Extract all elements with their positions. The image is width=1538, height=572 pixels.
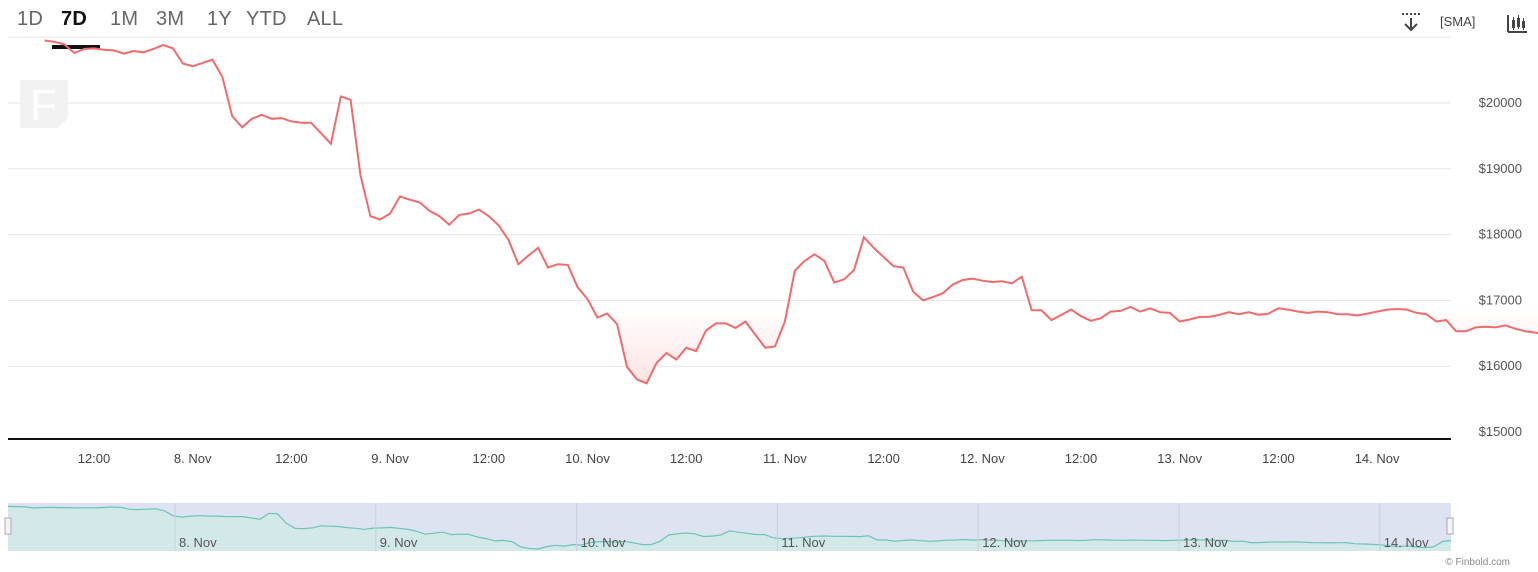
x-tick-label: 9. Nov (371, 451, 409, 466)
price-chart[interactable]: F $15000 $16000 $17000 $18000 $19000 $20000 1… (0, 0, 1538, 572)
navigator-label: 14. Nov (1384, 535, 1429, 550)
tab-1m[interactable]: 1M (110, 8, 138, 31)
price-area-fill (44, 306, 1538, 384)
y-tick-label: $15000 (1479, 424, 1522, 439)
x-tick-label: 10. Nov (565, 451, 610, 466)
navigator-label: 13. Nov (1183, 535, 1228, 550)
navigator-label: 11. Nov (781, 535, 825, 550)
x-tick-label: 11. Nov (763, 451, 807, 466)
candlestick-icon[interactable] (1506, 12, 1528, 39)
finbold-watermark-logo: F (20, 80, 68, 130)
y-tick-label: $20000 (1479, 95, 1522, 110)
download-icon[interactable] (1400, 12, 1422, 39)
x-tick-label: 14. Nov (1355, 451, 1400, 466)
navigator-selected-range (8, 503, 1451, 551)
navigator-series-fill (8, 506, 1451, 551)
navigator-label: 8. Nov (179, 535, 217, 550)
x-axis-labels: 12:00 8. Nov 12:00 9. Nov 12:00 10. Nov 12:00 1… (78, 451, 1400, 466)
navigator-label: 10. Nov (581, 535, 626, 550)
x-tick-label: 12. Nov (960, 451, 1005, 466)
y-tick-label: $17000 (1479, 292, 1522, 307)
y-tick-label: $18000 (1479, 227, 1522, 242)
chart-toolbar: [SMA] (1378, 8, 1538, 38)
navigator-grid (174, 503, 1381, 551)
x-tick-label: 12:00 (473, 451, 506, 466)
price-line (44, 39, 1538, 385)
range-navigator[interactable]: 8. Nov 9. Nov 10. Nov 11. Nov 12. Nov 13. Nov… (4, 503, 1454, 551)
navigator-handle-right[interactable] (1446, 517, 1454, 535)
x-tick-label: 12:00 (1262, 451, 1295, 466)
watermark-letter: F (30, 81, 57, 130)
tab-all[interactable]: ALL (307, 8, 343, 31)
x-tick-label: 12:00 (275, 451, 308, 466)
tab-1y[interactable]: 1Y (207, 8, 232, 31)
x-tick-label: 12:00 (1065, 451, 1098, 466)
sma-label: SMA (1443, 14, 1472, 29)
tab-3m[interactable]: 3M (156, 8, 184, 31)
tab-7d[interactable]: 7D (61, 8, 87, 31)
grid-lines (8, 36, 1451, 367)
sma-button[interactable]: [SMA] (1440, 14, 1475, 29)
finbold-credit: © Finbold.com (1445, 557, 1510, 568)
y-tick-label: $16000 (1479, 358, 1522, 373)
navigator-handle-left[interactable] (4, 517, 12, 535)
x-tick-label: 12:00 (78, 451, 111, 466)
x-tick-label: 8. Nov (174, 451, 212, 466)
x-tick-label: 12:00 (867, 451, 900, 466)
y-tick-label: $19000 (1479, 161, 1522, 176)
x-tick-label: 12:00 (670, 451, 703, 466)
navigator-series-line (7, 505, 1452, 550)
tab-ytd[interactable]: YTD (246, 8, 287, 31)
sma-bracket-right: ] (1471, 14, 1476, 29)
active-tab-indicator (52, 45, 100, 49)
navigator-labels: 8. Nov 9. Nov 10. Nov 11. Nov 12. Nov 13. Nov… (179, 535, 1429, 550)
x-tick-label: 13. Nov (1157, 451, 1202, 466)
navigator-label: 9. Nov (380, 535, 418, 550)
navigator-label: 12. Nov (982, 535, 1027, 550)
tab-1d[interactable]: 1D (17, 8, 43, 31)
y-axis-labels: $15000 $16000 $17000 $18000 $19000 $20000 (1479, 95, 1522, 439)
